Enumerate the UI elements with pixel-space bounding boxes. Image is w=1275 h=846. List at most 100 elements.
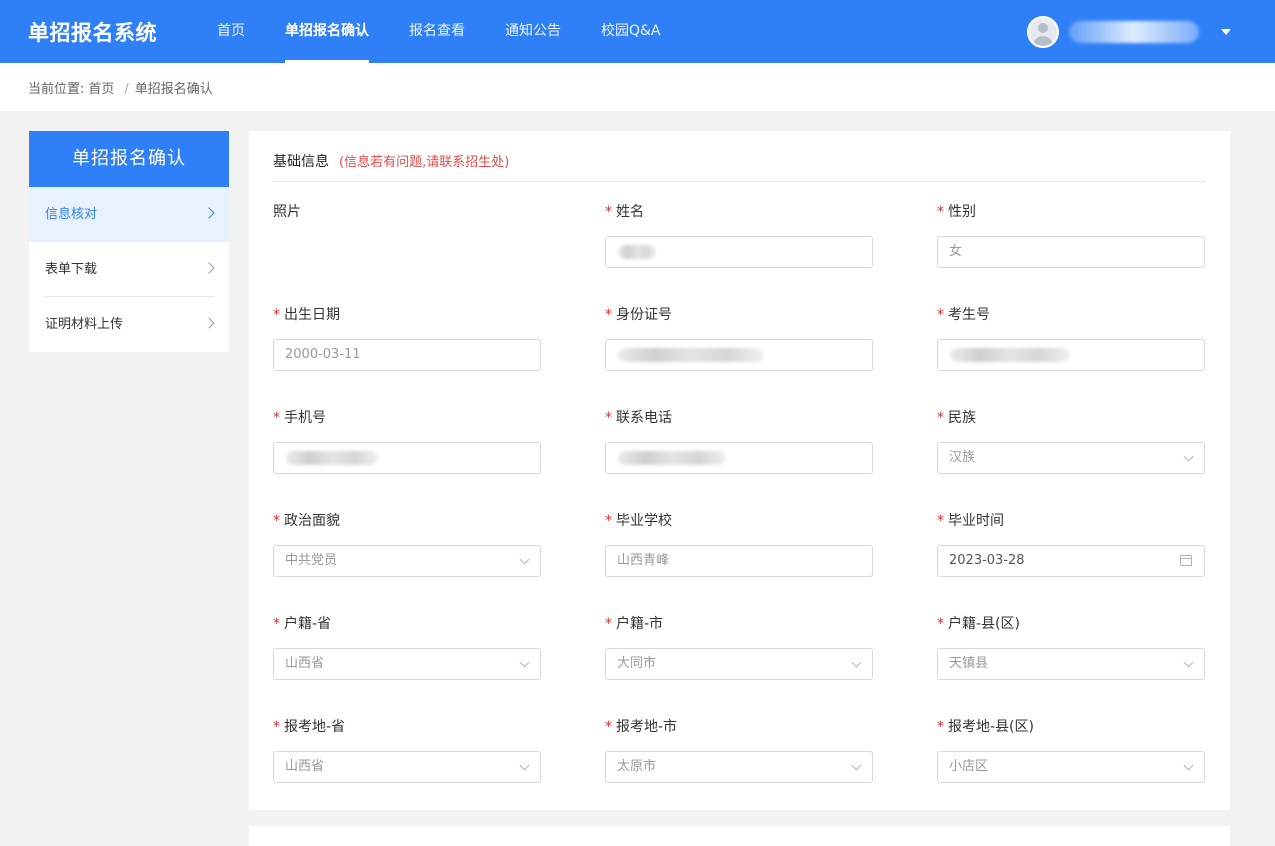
politics-select[interactable]: 中共党员 [273,545,541,577]
exam-province-field: * 报考地-省 山西省 [273,717,541,783]
exam-county-field: * 报考地-县(区) 小店区 [937,717,1205,783]
exam-city-select[interactable]: 太原市 [605,751,873,783]
id-number-label-text: 身份证号 [616,307,672,323]
politics-label: * 政治面貌 [273,511,541,531]
birth-input[interactable]: 2000-03-11 [273,339,541,371]
required-mark: * [605,204,612,220]
id-number-input[interactable] [605,339,873,371]
sidebar-item-form-download[interactable]: 表单下载 [29,242,229,297]
birth-label: * 出生日期 [273,305,541,325]
exam-province-value: 山西省 [285,759,325,774]
birth-field: * 出生日期 2000-03-11 [273,305,541,371]
name-label: * 姓名 [605,202,873,222]
user-menu[interactable] [1027,15,1231,48]
required-mark: * [605,307,612,323]
politics-value: 中共党员 [285,553,338,568]
huji-province-field: * 户籍-省 山西省 [273,614,541,680]
top-navbar: 单招报名系统 首页 单招报名确认 报名查看 通知公告 校园Q&A [0,0,1275,63]
calendar-icon[interactable] [1180,555,1192,566]
birth-label-text: 出生日期 [284,307,340,323]
section-title: 基础信息 (信息若有问题,请联系招生处) [273,151,509,171]
ethnicity-label-text: 民族 [948,410,976,426]
id-number-field: * 身份证号 [605,305,873,371]
redacted-value [618,348,764,362]
gender-input[interactable]: 女 [937,236,1205,268]
huji-city-field: * 户籍-市 大同市 [605,614,873,680]
redacted-value [950,348,1070,362]
name-field: * 姓名 [605,202,873,268]
chevron-down-icon[interactable] [1221,28,1231,35]
huji-city-value: 大同市 [617,656,657,671]
sidebar-item-label: 表单下载 [45,262,98,277]
required-mark: * [937,513,944,529]
required-mark: * [605,719,612,735]
huji-county-select[interactable]: 天镇县 [937,648,1205,680]
breadcrumb-separator: / [124,82,129,97]
exam-no-input[interactable] [937,339,1205,371]
ethnicity-select[interactable]: 汉族 [937,442,1205,474]
photo-field: 照片 [273,202,541,222]
breadcrumb-current: 单招报名确认 [134,82,213,97]
sidebar-item-info-check[interactable]: 信息核对 [29,187,229,242]
nav-view[interactable]: 报名查看 [409,0,465,63]
ethnicity-value: 汉族 [949,450,976,465]
id-number-label: * 身份证号 [605,305,873,325]
chevron-down-icon [851,657,862,668]
section-note: (信息若有问题,请联系招生处) [339,155,510,170]
exam-county-label-text: 报考地-县(区) [948,719,1034,735]
exam-province-label-text: 报考地-省 [284,719,346,735]
huji-county-field: * 户籍-县(区) 天镇县 [937,614,1205,680]
basic-info-panel: 基础信息 (信息若有问题,请联系招生处) 照片 * 姓名 * 性别 女 * 出生日期 2… [249,131,1230,810]
huji-city-select[interactable]: 大同市 [605,648,873,680]
grad-date-picker[interactable]: 2023-03-28 [937,545,1205,577]
exam-city-label: * 报考地-市 [605,717,873,737]
sidebar: 单招报名确认 信息核对 表单下载 证明材料上传 [29,131,229,352]
breadcrumb-bar: 当前位置: 首页 / 单招报名确认 [0,63,1275,111]
exam-no-label-text: 考生号 [948,307,990,323]
chevron-down-icon [519,657,530,668]
school-input[interactable]: 山西青峰 [605,545,873,577]
breadcrumb-home[interactable]: 首页 [88,82,114,97]
grad-date-label: * 毕业时间 [937,511,1205,531]
required-mark: * [937,616,944,632]
required-mark: * [273,616,280,632]
ethnicity-label: * 民族 [937,408,1205,428]
sidebar-item-label: 信息核对 [45,207,98,222]
exam-province-label: * 报考地-省 [273,717,541,737]
divider [273,181,1206,182]
chevron-right-icon [203,317,215,329]
mobile-input[interactable] [273,442,541,474]
exam-city-field: * 报考地-市 太原市 [605,717,873,783]
huji-province-select[interactable]: 山西省 [273,648,541,680]
required-mark: * [605,513,612,529]
breadcrumb: 当前位置: 首页 / 单招报名确认 [28,78,217,97]
contact-phone-input[interactable] [605,442,873,474]
gender-label-text: 性别 [948,204,976,220]
nav-qa[interactable]: 校园Q&A [601,0,661,63]
name-input[interactable] [605,236,873,268]
redacted-value [286,451,378,465]
exam-province-select[interactable]: 山西省 [273,751,541,783]
exam-no-label: * 考生号 [937,305,1205,325]
sidebar-item-proof-upload[interactable]: 证明材料上传 [29,297,229,352]
exam-city-label-text: 报考地-市 [616,719,678,735]
chevron-right-icon [203,207,215,219]
nav-confirm[interactable]: 单招报名确认 [285,0,369,63]
avatar[interactable] [1027,15,1059,48]
nav-notice[interactable]: 通知公告 [505,0,561,63]
required-mark: * [937,410,944,426]
username-redacted[interactable] [1069,20,1199,43]
next-section-panel [249,826,1230,846]
sidebar-item-label: 证明材料上传 [45,317,124,332]
ethnicity-field: * 民族 汉族 [937,408,1205,474]
mobile-label-text: 手机号 [284,410,326,426]
exam-city-value: 太原市 [617,759,657,774]
nav-home[interactable]: 首页 [217,0,245,63]
exam-county-label: * 报考地-县(区) [937,717,1205,737]
exam-county-select[interactable]: 小店区 [937,751,1205,783]
exam-county-value: 小店区 [949,759,989,774]
contact-phone-field: * 联系电话 [605,408,873,474]
gender-label: * 性别 [937,202,1205,222]
chevron-down-icon [1183,451,1194,462]
school-field: * 毕业学校 山西青峰 [605,511,873,577]
